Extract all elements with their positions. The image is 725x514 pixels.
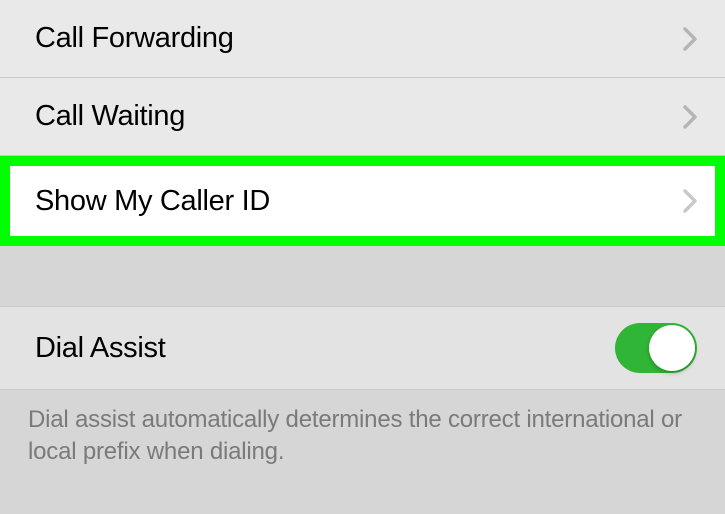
call-forwarding-label: Call Forwarding xyxy=(35,22,234,55)
section-spacer xyxy=(0,246,725,306)
highlight-box: Show My Caller ID xyxy=(0,156,725,246)
calls-settings-section: Call Forwarding Call Waiting Show My Cal… xyxy=(0,0,725,246)
toggle-knob xyxy=(649,325,695,371)
chevron-right-icon xyxy=(683,189,697,213)
dial-assist-toggle[interactable] xyxy=(615,323,697,373)
dial-assist-section: Dial Assist xyxy=(0,306,725,390)
show-my-caller-id-label: Show My Caller ID xyxy=(35,185,270,218)
dial-assist-description: Dial assist automatically determines the… xyxy=(0,390,725,489)
dial-assist-row: Dial Assist xyxy=(0,307,725,389)
call-waiting-label: Call Waiting xyxy=(35,100,185,133)
show-my-caller-id-row[interactable]: Show My Caller ID xyxy=(10,166,715,236)
call-forwarding-row[interactable]: Call Forwarding xyxy=(0,0,725,78)
chevron-right-icon xyxy=(683,105,697,129)
dial-assist-label: Dial Assist xyxy=(35,332,165,365)
call-waiting-row[interactable]: Call Waiting xyxy=(0,78,725,156)
chevron-right-icon xyxy=(683,27,697,51)
